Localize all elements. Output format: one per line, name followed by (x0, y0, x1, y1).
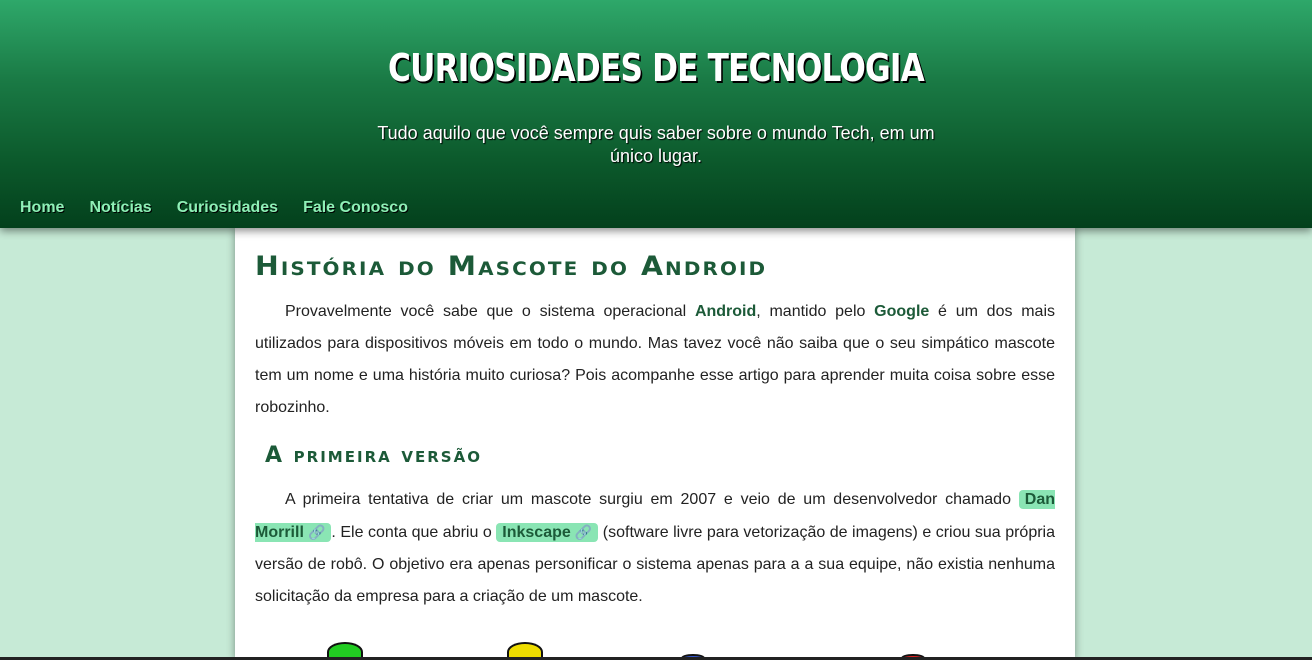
intro-paragraph: Provavelmente você sabe que o sistema op… (255, 296, 1055, 424)
article-title: História do Mascote do Android (255, 251, 768, 282)
section1-paragraph: A primeira tentativa de criar um mascote… (255, 484, 1055, 613)
section1-text-2: . Ele conta que abriu o (331, 524, 497, 541)
intro-text-1: Provavelmente você sabe que o sistema op… (285, 303, 695, 320)
inkscape-link[interactable]: Inkscape 🔗 (496, 523, 599, 542)
nav-home[interactable]: Home (20, 199, 64, 217)
site-title: CURIOSIDADES DE TECNOLOGIA (388, 46, 925, 90)
link-icon: 🔗 (307, 524, 326, 540)
inkscape-label: Inkscape (502, 524, 571, 541)
link-icon: 🔗 (574, 524, 593, 540)
nav-fale-conosco[interactable]: Fale Conosco (303, 199, 408, 217)
nav-curiosidades[interactable]: Curiosidades (177, 199, 278, 217)
google-keyword: Google (874, 303, 930, 320)
android-keyword: Android (694, 303, 757, 320)
section-title-first-version: A primeira versão (265, 443, 482, 468)
main-nav: Home Notícias Curiosidades Fale Conosco (20, 199, 408, 217)
intro-text-2: , mantido pelo (756, 303, 875, 320)
nav-noticias[interactable]: Notícias (89, 199, 151, 217)
site-subtitle: Tudo aquilo que você sempre quis saber s… (377, 123, 935, 166)
site-header: CURIOSIDADES DE TECNOLOGIA Tudo aquilo q… (0, 0, 1312, 228)
article-container: História do Mascote do Android Provavelm… (235, 228, 1075, 660)
section1-text-1: A primeira tentativa de criar um mascote… (285, 491, 1019, 508)
